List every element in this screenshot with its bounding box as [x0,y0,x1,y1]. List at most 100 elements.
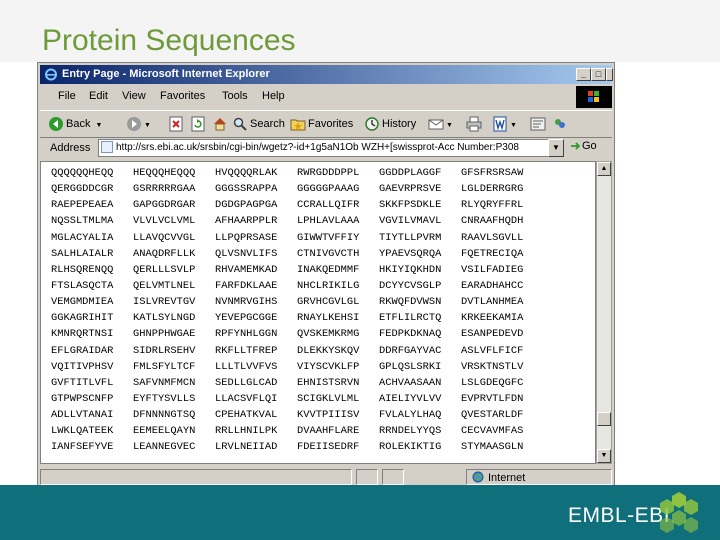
sequence-block: AFHAARPPLR [215,215,278,228]
history-label: History [382,118,417,130]
chevron-down-icon: ▼ [552,143,560,152]
menu-bar: File Edit View Favorites Tools Help [40,87,574,107]
sequence-block: FQETRECIQA [461,247,524,260]
sequence-block: RHVAMEMKAD [215,263,278,276]
sequence-block: GSRRRRRGAA [133,183,196,196]
sequence-row: LWKLQATEEK EEMEELQAYN RRLLHNILPK DVAAHFLARE… [51,425,543,441]
sequence-block: GRVHCGVLGL [297,296,360,309]
menu-view[interactable]: View [122,90,146,102]
sequence-block: RLYQRYFFRL [461,199,524,212]
sequence-block: HKIYIQKHDN [379,263,442,276]
edit-word-button[interactable]: ▼ [492,115,517,133]
sequence-table: QQQQQQHEQQ HEQQQHEQQQ HVQQQQRLAK RWRGDDDPPL… [51,167,543,458]
sequence-block: VEMGMDMIEA [51,296,114,309]
chevron-up-icon: ▲ [600,165,608,172]
sequence-block: INAKQEDMMF [297,263,360,276]
sequence-block: AIELIYVLVV [379,392,442,405]
sequence-block: NHCLRIKILG [297,279,360,292]
sequence-block: LEANNEGVEC [133,441,196,454]
sequence-block: GGGGGPAAAG [297,183,360,196]
sequence-block: FEDPKDKNAQ [379,328,442,341]
sequence-block: SIDRLRSEHV [133,344,196,357]
menu-file[interactable]: File [58,90,76,102]
sequence-block: SALHLAIALR [51,247,114,260]
sequence-row: VQITIVPHSV FMLSFYLTCF LLLTLVVFVS VIYSCVKLFP… [51,361,543,377]
sequence-block: KRKEEKAMIA [461,312,524,325]
address-input[interactable]: http://srs.ebi.ac.uk/srsbin/cgi-bin/wget… [98,139,564,157]
vertical-scrollbar[interactable]: ▲ ▼ [596,161,612,464]
sequence-block: VGVILVMAVL [379,215,442,228]
sequence-row: EFLGRAIDAR SIDRLRSEHV RKFLLTFREP DLEKKYSKQV… [51,345,543,361]
mail-icon [428,119,444,130]
sequence-block: CECVAVMFAS [461,425,524,438]
sequence-block: EEMEELQAYN [133,425,196,438]
sequence-block: RRLLHNILPK [215,425,278,438]
sequence-block: RNAYLKEHSI [297,312,360,325]
sequence-block: ADLLVTANAI [51,409,114,422]
sequence-block: LLAVQCVVGL [133,231,196,244]
sequence-block: GPLQSLSRKI [379,360,442,373]
home-button[interactable] [212,115,230,133]
sequence-block: EYFTYSVLLS [133,392,196,405]
sequence-block: QVESTARLDF [461,409,524,422]
back-arrow-icon [49,117,63,132]
sequence-block: KMNRQRTNSI [51,328,114,341]
status-zone: Internet [488,472,526,484]
stop-button[interactable] [168,115,186,133]
history-button[interactable]: History [364,115,416,133]
minimize-button[interactable]: _ [576,68,591,81]
maximize-button[interactable]: □ [591,68,606,81]
scroll-up-button[interactable]: ▲ [597,162,611,176]
sequence-block: GAEVRPRSVE [379,183,442,196]
embl-ebi-logo-icon [660,492,698,533]
page-content[interactable]: QQQQQQHEQQ HEQQQHEQQQ HVQQQQRLAK RWRGDDDPPL… [40,161,596,464]
sequence-block: QVSKEMKRMG [297,328,360,341]
sequence-block: ESANPEDEVD [461,328,524,341]
back-button[interactable]: Back ▼ [48,115,102,133]
sequence-block: HEQQQHEQQQ [133,167,196,179]
print-button[interactable] [466,115,484,133]
menu-tools[interactable]: Tools [222,90,248,102]
stop-icon [169,116,183,132]
sequence-block: EARADHAHCC [461,279,524,292]
menu-edit[interactable]: Edit [89,90,108,102]
sequence-block: CCRALLQIFR [297,199,360,212]
scroll-thumb[interactable] [597,412,611,426]
sequence-block: DVAAHFLARE [297,425,360,438]
sequence-block: GGDDPLAGGF [379,167,442,179]
globe-icon [472,471,484,483]
sequence-block: NQSSLTMLMA [51,215,114,228]
close-button[interactable] [606,68,613,81]
sequence-block: GTPWPSCNFP [51,392,114,405]
chevron-down-icon: ▼ [510,122,517,129]
sequence-block: YEVEPGCGGE [215,312,278,325]
sequence-row: ADLLVTANAI DFNNNNGTSQ CPEHATKVAL KVVTPIIISV… [51,409,543,425]
mail-button[interactable]: ▼ [428,115,453,133]
discuss-icon [530,117,546,131]
sequence-block: VQITIVPHSV [51,360,114,373]
sequence-block: CTNIVGVCTH [297,247,360,260]
forward-button[interactable]: ▼ [126,115,151,133]
home-icon [214,118,226,131]
sequence-block: QERGGDDCGR [51,183,114,196]
discuss-button[interactable] [530,115,548,133]
refresh-button[interactable] [190,115,208,133]
sequence-block: FARFDKLAAE [215,279,278,292]
messenger-button[interactable] [552,115,570,133]
sequence-block: GHNPPHWGAE [133,328,196,341]
sequence-block: TIYTLLPVRM [379,231,442,244]
sequence-block: RKWQFDVWSN [379,296,442,309]
go-button[interactable]: Go [570,140,597,152]
favorites-button[interactable]: Favorites [290,115,353,133]
messenger-icon [555,119,565,129]
sequence-block: ETFLILRCTQ [379,312,442,325]
sequence-block: ANAQDRFLLK [133,247,196,260]
status-bar: Internet [40,467,612,487]
menu-help[interactable]: Help [262,90,285,102]
search-button[interactable]: Search [232,115,285,133]
address-dropdown-button[interactable]: ▼ [548,139,564,157]
scroll-down-button[interactable]: ▼ [597,449,611,463]
sequence-row: MGLACYALIA LLAVQCVVGL LLPQPRSASE GIWWTVFFIY… [51,232,543,248]
address-bar: Address http://srs.ebi.ac.uk/srsbin/cgi-… [40,138,612,160]
menu-favorites[interactable]: Favorites [160,90,205,102]
